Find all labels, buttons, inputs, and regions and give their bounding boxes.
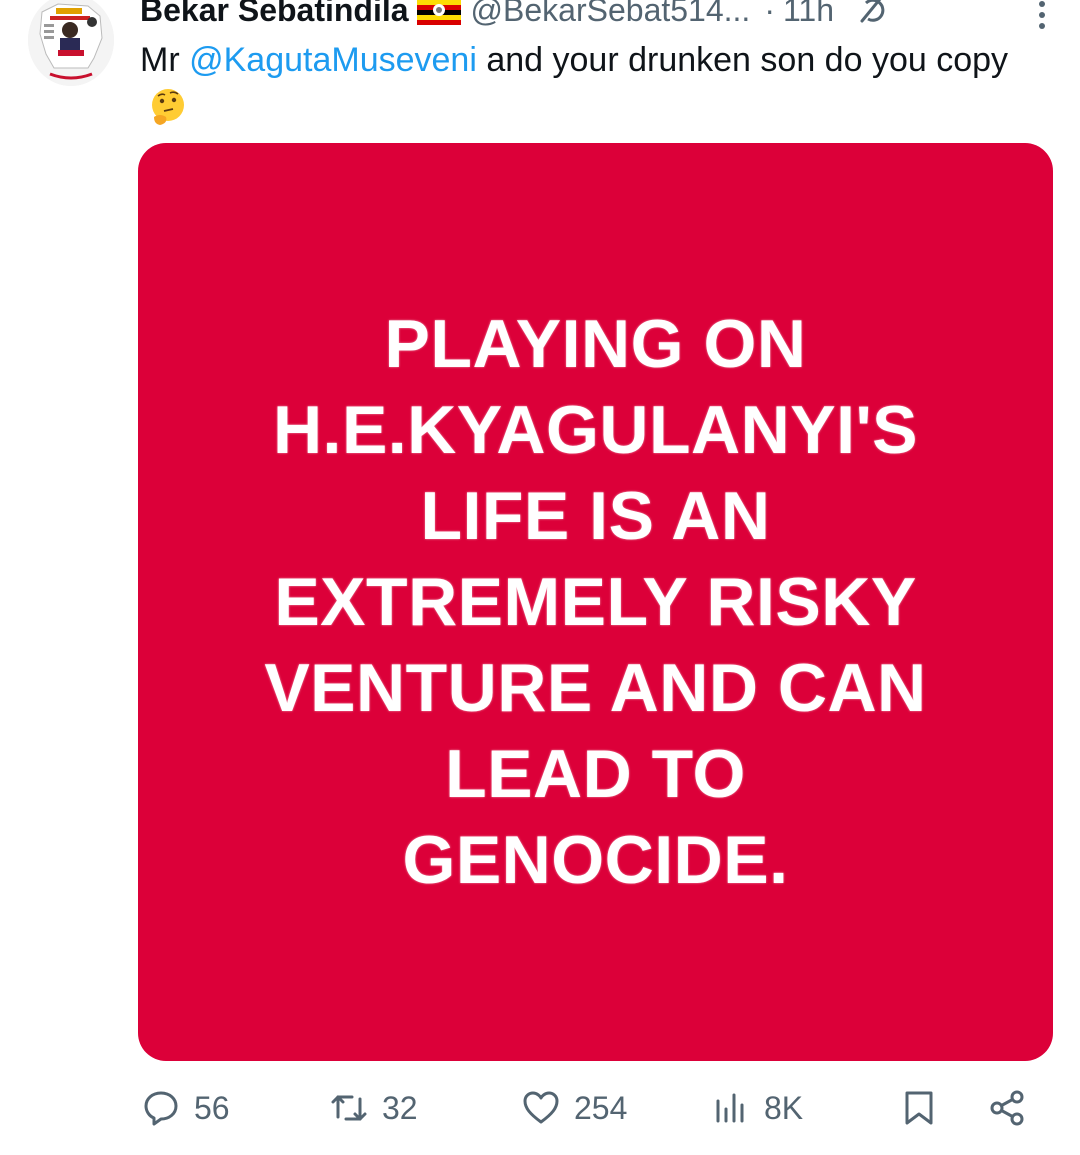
more-options-icon[interactable] — [1036, 0, 1048, 32]
grok-icon[interactable] — [854, 0, 888, 25]
view-count: 8K — [764, 1089, 804, 1126]
tweet-media-image[interactable]: PLAYING ON H.E.KYAGULANYI'S LIFE IS AN E… — [138, 143, 1053, 1061]
views-button[interactable]: 8K — [712, 1080, 803, 1136]
views-chart-icon — [716, 1093, 744, 1123]
repost-count: 32 — [382, 1089, 418, 1126]
like-count: 254 — [574, 1089, 628, 1126]
thinking-face-icon — [152, 89, 184, 125]
tweet-action-bar: 56 32 254 8K — [0, 1080, 1080, 1136]
display-name[interactable]: Bekar Sebatindila — [140, 0, 409, 29]
share-button[interactable] — [988, 1080, 1040, 1136]
reply-icon — [144, 1091, 178, 1126]
media-caption-text: PLAYING ON H.E.KYAGULANYI'S LIFE IS AN E… — [264, 306, 927, 898]
tweet-header: Bekar Sebatindila @BekarSebat514... · 11… — [140, 0, 1060, 32]
uganda-flag-icon — [416, 0, 461, 25]
author-handle[interactable]: @BekarSebat514... — [471, 0, 751, 29]
like-button[interactable]: 254 — [522, 1080, 627, 1136]
tweet-text-prefix: Mr — [140, 41, 190, 79]
repost-icon — [331, 1095, 367, 1121]
timestamp[interactable]: 11h — [783, 0, 834, 29]
avatar[interactable] — [28, 0, 114, 86]
separator-dot: · — [764, 0, 775, 28]
bookmark-button[interactable] — [900, 1080, 952, 1136]
tweet-text: Mr @KagutaMuseveni and your drunken son … — [140, 36, 1020, 132]
reply-count: 56 — [194, 1089, 230, 1126]
repost-button[interactable]: 32 — [330, 1080, 418, 1136]
tweet-text-body: and your drunken son do you copy — [476, 41, 1009, 79]
heart-icon — [523, 1091, 559, 1124]
reply-button[interactable]: 56 — [142, 1080, 230, 1136]
share-icon — [990, 1090, 1024, 1126]
mention-link[interactable]: @KagutaMuseveni — [189, 41, 477, 79]
bookmark-icon — [905, 1091, 933, 1125]
avatar-image — [28, 0, 114, 86]
